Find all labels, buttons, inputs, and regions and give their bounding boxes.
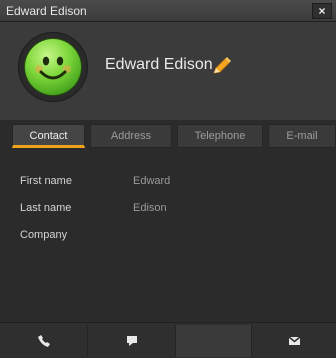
chat-icon [126,336,137,346]
contact-name: Edward Edison [105,56,213,73]
email-icon [288,336,301,345]
contact-form: First name Edward Last name Edison Compa… [0,152,336,322]
tab-telephone[interactable]: Telephone [177,124,263,148]
smiley-face-icon [35,56,71,80]
first-name-value[interactable]: Edward [133,175,170,187]
email-button[interactable] [252,325,336,357]
call-button[interactable] [0,325,88,357]
action-bar [0,322,336,358]
first-name-label: First name [20,175,72,187]
close-button[interactable]: × [312,3,332,19]
last-name-label: Last name [20,202,72,214]
close-icon: × [318,4,326,18]
call-icon [37,335,50,347]
window-title: Edward Edison [6,4,87,18]
tab-contact[interactable]: Contact [12,124,85,148]
tab-address[interactable]: Address [90,124,172,148]
empty-disabled-slot [176,325,252,357]
tab-bar: Contact Address Telephone E-mail [0,120,336,152]
edit-name-button[interactable] [210,55,232,77]
last-name-value[interactable]: Edison [133,202,167,214]
avatar [25,39,81,95]
tab-email[interactable]: E-mail [268,124,336,148]
chat-button[interactable] [88,325,176,357]
company-label: Company [20,229,68,241]
window-titlebar: Edward Edison × [0,0,336,22]
pencil-icon [213,57,231,74]
